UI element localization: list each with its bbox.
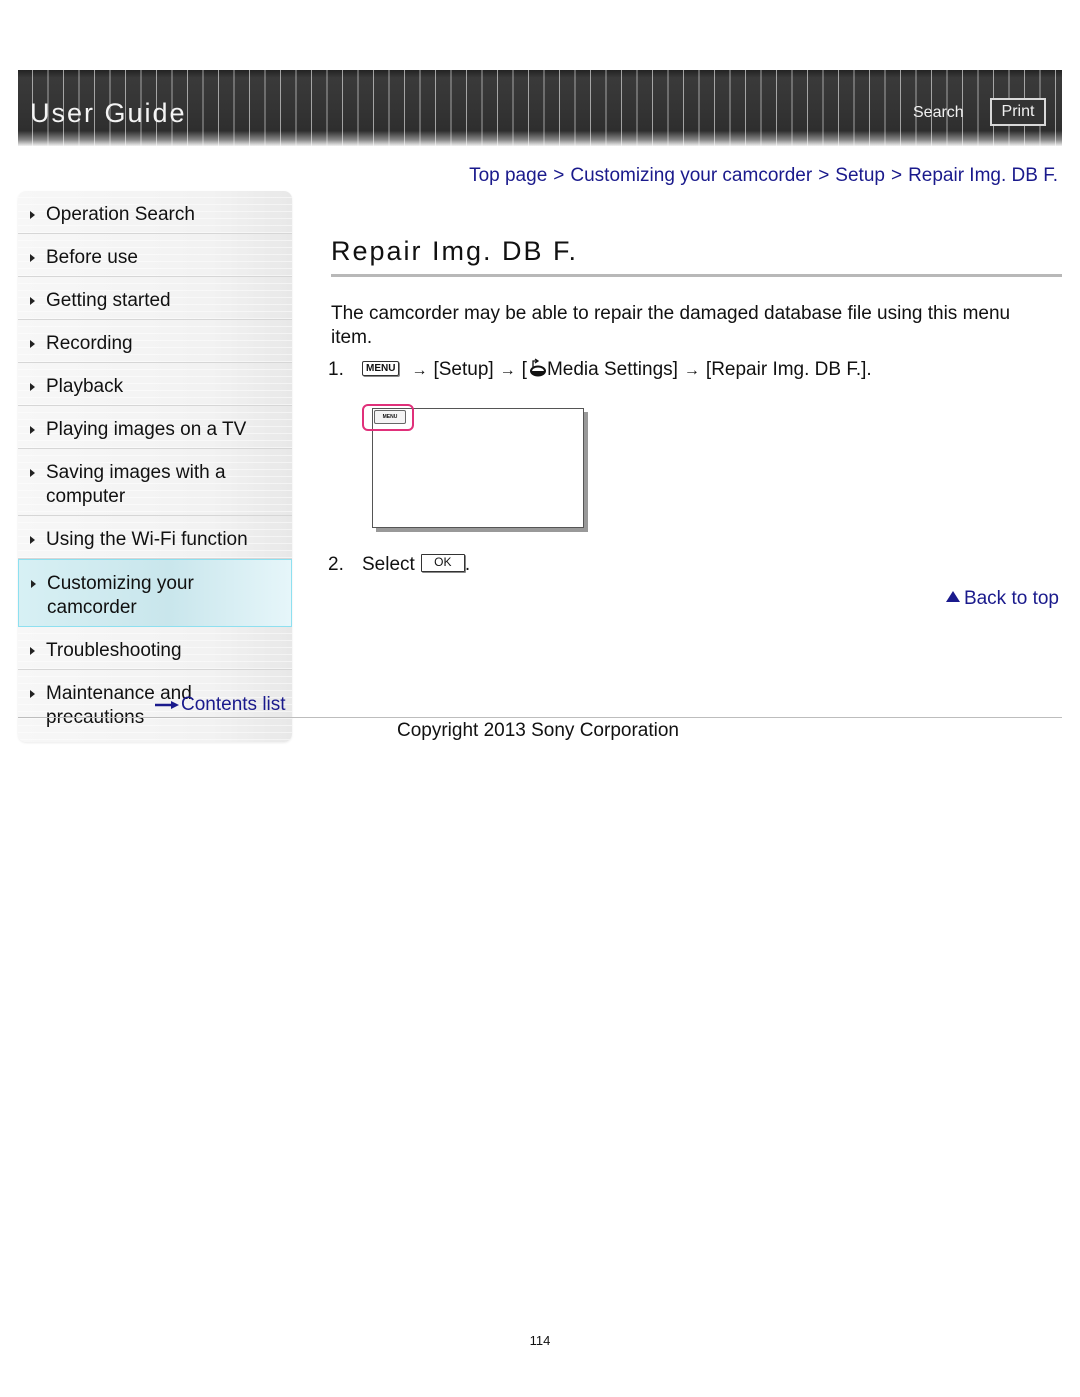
title-divider	[331, 274, 1062, 277]
triangle-up-icon	[945, 591, 960, 602]
search-link[interactable]: Search	[913, 104, 964, 122]
setup-label: [Setup]	[433, 359, 494, 380]
caret-right-icon	[30, 536, 35, 544]
highlight-frame	[362, 404, 414, 431]
caret-right-icon	[31, 580, 36, 588]
sidebar-item-getting-started[interactable]: Getting started	[18, 277, 292, 320]
caret-right-icon	[30, 340, 35, 348]
breadcrumb-separator: >	[818, 165, 830, 186]
sidebar-item-label: Saving images with a computer	[46, 462, 226, 507]
arrow-right-icon: →	[499, 362, 516, 379]
breadcrumb-current[interactable]: Repair Img. DB F.	[908, 165, 1058, 186]
page-title: Repair Img. DB F.	[331, 236, 579, 266]
sidebar-item-label: Before use	[46, 247, 138, 268]
sidebar-item-label: Using the Wi-Fi function	[46, 529, 248, 550]
breadcrumb-customizing[interactable]: Customizing your camcorder	[570, 165, 812, 186]
intro-text: The camcorder may be able to repair the …	[331, 303, 1011, 348]
select-label: Select	[362, 554, 415, 575]
sidebar-item-label: Getting started	[46, 290, 171, 311]
menu-key-icon: MENU	[362, 361, 400, 376]
sidebar-item-operation-search[interactable]: Operation Search	[18, 191, 292, 234]
step-number: 1.	[328, 359, 344, 380]
breadcrumb-top-page[interactable]: Top page	[469, 165, 547, 186]
sidebar-nav: Operation Search Before use Getting star…	[18, 191, 292, 742]
step-2: 2. Select OK.	[328, 554, 470, 576]
sidebar-item-saving-images[interactable]: Saving images with a computer	[18, 449, 292, 516]
sidebar-item-label: Playing images on a TV	[46, 419, 247, 440]
sidebar-item-label: Operation Search	[46, 204, 195, 225]
media-settings-icon	[529, 358, 546, 377]
caret-right-icon	[30, 297, 35, 305]
step-number: 2.	[328, 554, 344, 575]
breadcrumb-separator: >	[890, 165, 903, 186]
caret-right-icon	[30, 211, 35, 219]
caret-right-icon	[30, 690, 35, 698]
repair-target-label: [Repair Img. DB F.].	[705, 359, 872, 380]
contents-list-link[interactable]: Contents list	[155, 694, 286, 716]
arrow-right-icon: →	[683, 362, 700, 379]
caret-right-icon	[30, 254, 35, 262]
breadcrumb-separator: >	[553, 165, 565, 186]
sidebar-item-label: Playback	[46, 376, 124, 397]
sidebar-item-label: Troubleshooting	[46, 640, 182, 661]
sidebar-item-playing-images-tv[interactable]: Playing images on a TV	[18, 406, 292, 449]
footer-divider	[18, 717, 1062, 718]
arrow-right-icon: →	[411, 362, 428, 379]
period: .	[464, 554, 471, 575]
app-title: User Guide	[30, 98, 187, 128]
caret-right-icon	[30, 647, 35, 655]
sidebar-item-troubleshooting[interactable]: Troubleshooting	[18, 627, 292, 670]
caret-right-icon	[30, 383, 35, 391]
step-1: 1. MENU → [Setup] →[Media Settings] → [Repair …	[328, 358, 872, 381]
sidebar-item-label: Customizing your camcorder	[47, 573, 194, 618]
sidebar-item-customizing[interactable]: Customizing your camcorder	[18, 559, 292, 627]
caret-right-icon	[30, 469, 35, 477]
page-number: 114	[529, 1333, 551, 1348]
breadcrumb: Top page > Customizing your camcorder > Setu…	[469, 165, 1058, 187]
breadcrumb-setup[interactable]: Setup	[835, 165, 885, 186]
sidebar-item-wifi[interactable]: Using the Wi-Fi function	[18, 516, 292, 559]
media-settings-label: Media Settings]	[546, 359, 678, 380]
arrow-right-icon	[155, 700, 179, 709]
caret-right-icon	[30, 426, 35, 434]
ok-key-icon: OK	[420, 554, 465, 572]
sidebar-item-recording[interactable]: Recording	[18, 320, 292, 363]
sidebar-item-label: Recording	[46, 333, 133, 354]
copyright-text: Copyright 2013 Sony Corporation	[396, 720, 679, 741]
print-button[interactable]: Print	[990, 98, 1046, 126]
sidebar-item-playback[interactable]: Playback	[18, 363, 292, 406]
header-bar: User Guide Search Print	[18, 70, 1062, 146]
sidebar-item-before-use[interactable]: Before use	[18, 234, 292, 277]
contents-list-label: Contents list	[181, 694, 286, 715]
back-to-top-link[interactable]: Back to top	[945, 588, 1059, 610]
back-to-top-label: Back to top	[963, 588, 1059, 609]
